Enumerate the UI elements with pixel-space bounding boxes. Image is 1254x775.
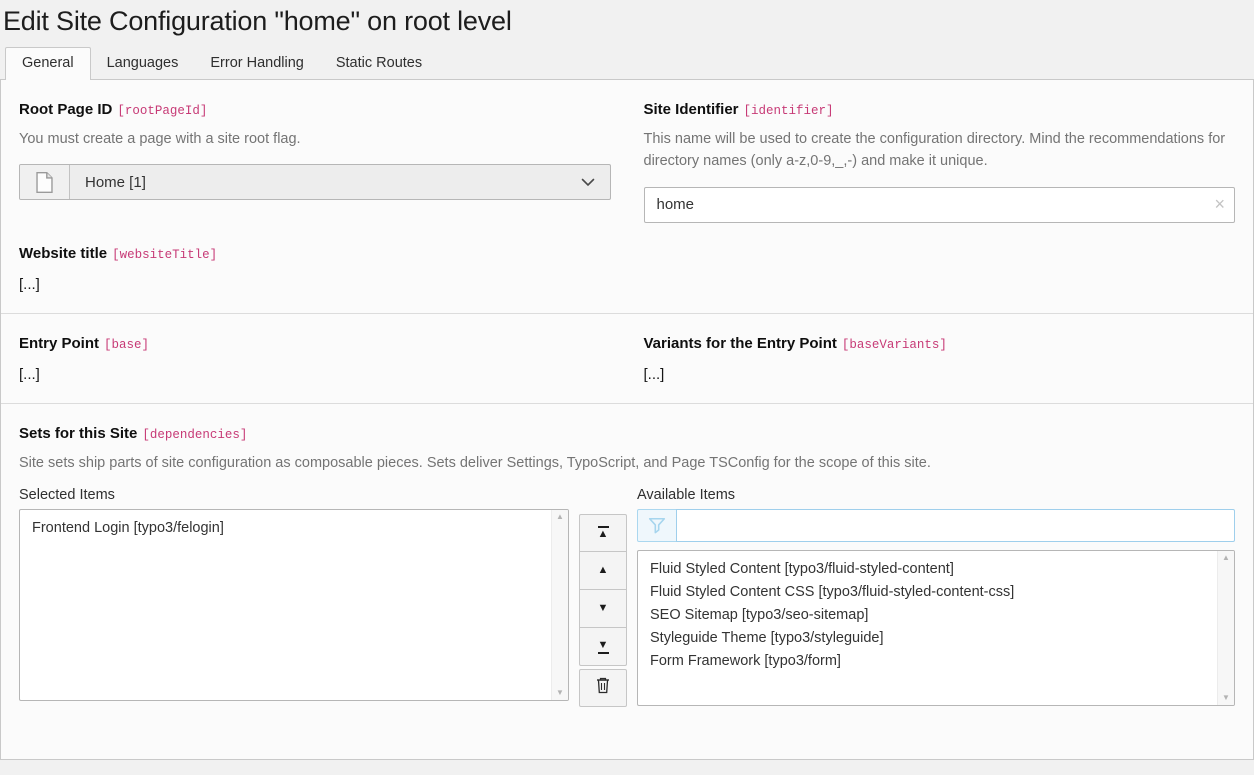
root-page-id-label-text: Root Page ID xyxy=(19,101,112,118)
sets-dual-select: Selected Items Frontend Login [typo3/fel… xyxy=(19,487,1235,707)
scroll-down-icon[interactable]: ▼ xyxy=(1222,694,1230,702)
selected-items-scrollbar[interactable]: ▲ ▼ xyxy=(551,510,568,700)
available-items-label: Available Items xyxy=(637,487,1235,503)
tab-error-handling[interactable]: Error Handling xyxy=(194,48,320,79)
base-variants-label: Variants for the Entry Point [baseVariant… xyxy=(644,335,1236,352)
root-page-id-selected-option: Home [1] xyxy=(85,174,146,191)
move-to-top-icon: ▲ xyxy=(598,526,609,540)
website-title-label-text: Website title xyxy=(19,245,107,262)
tab-static-routes[interactable]: Static Routes xyxy=(320,48,438,79)
available-items-filter-row xyxy=(637,509,1235,542)
section-sets: Sets for this Site [dependencies] Site se… xyxy=(1,403,1253,727)
website-title-collapsed-value: [...] xyxy=(19,276,1235,293)
sets-tag: [dependencies] xyxy=(142,428,247,442)
move-down-button[interactable]: ▼ xyxy=(579,590,627,628)
scroll-down-icon[interactable]: ▼ xyxy=(556,689,564,697)
available-list-item[interactable]: SEO Sitemap [typo3/seo-sitemap] xyxy=(638,604,1210,627)
page-title: Edit Site Configuration "home" on root l… xyxy=(0,0,1254,45)
clear-icon[interactable]: × xyxy=(1214,194,1225,214)
move-to-top-button[interactable]: ▲ xyxy=(579,514,627,552)
section-entry-point: Entry Point [base] [...] Variants for the… xyxy=(1,313,1253,403)
site-identifier-input[interactable] xyxy=(644,187,1236,223)
move-button-group: ▲ ▲ ▼ ▼ xyxy=(579,514,627,666)
website-title-tag: [websiteTitle] xyxy=(112,248,217,262)
sets-label: Sets for this Site [dependencies] xyxy=(19,425,1235,442)
root-page-id-select-group: Home [1] xyxy=(19,164,611,200)
move-to-bottom-button[interactable]: ▼ xyxy=(579,628,627,666)
base-variants-collapsed-value: [...] xyxy=(644,366,1236,383)
chevron-down-icon xyxy=(581,174,595,191)
site-identifier-input-wrap: × xyxy=(644,187,1236,223)
base-variants-label-text: Variants for the Entry Point xyxy=(644,335,837,352)
tab-panel-general: Root Page ID [rootPageId] You must create… xyxy=(0,79,1254,760)
sets-description: Site sets ship parts of site configurati… xyxy=(19,452,1235,474)
selected-items-column: Selected Items Frontend Login [typo3/fel… xyxy=(19,487,569,707)
root-page-id-description: You must create a page with a site root … xyxy=(19,128,611,150)
section-identity: Root Page ID [rootPageId] You must create… xyxy=(1,80,1253,313)
page-icon xyxy=(20,165,70,199)
field-website-title: Website title [websiteTitle] [...] xyxy=(19,245,1235,293)
field-root-page-id: Root Page ID [rootPageId] You must create… xyxy=(19,101,611,223)
entry-point-collapsed-value: [...] xyxy=(19,366,611,383)
root-page-id-label: Root Page ID [rootPageId] xyxy=(19,101,611,118)
field-site-identifier: Site Identifier [identifier] This name wi… xyxy=(644,101,1236,223)
move-down-icon: ▼ xyxy=(598,603,609,614)
entry-point-label-text: Entry Point xyxy=(19,335,99,352)
tab-bar: General Languages Error Handling Static … xyxy=(0,45,1254,79)
root-page-id-select[interactable]: Home [1] xyxy=(70,165,610,199)
available-items-listbox[interactable]: Fluid Styled Content [typo3/fluid-styled… xyxy=(637,550,1235,706)
website-title-label: Website title [websiteTitle] xyxy=(19,245,1235,262)
site-identifier-label: Site Identifier [identifier] xyxy=(644,101,1236,118)
selected-list-item[interactable]: Frontend Login [typo3/felogin] xyxy=(20,517,544,540)
funnel-icon xyxy=(637,509,677,542)
scroll-up-icon[interactable]: ▲ xyxy=(1222,554,1230,562)
entry-point-tag: [base] xyxy=(104,338,149,352)
site-identifier-label-text: Site Identifier xyxy=(644,101,739,118)
selected-items-label: Selected Items xyxy=(19,487,569,503)
scroll-up-icon[interactable]: ▲ xyxy=(556,513,564,521)
entry-point-label: Entry Point [base] xyxy=(19,335,611,352)
site-identifier-tag: [identifier] xyxy=(744,104,834,118)
selected-items-listbox[interactable]: Frontend Login [typo3/felogin] ▲ ▼ xyxy=(19,509,569,701)
trash-icon xyxy=(595,676,611,700)
base-variants-tag: [baseVariants] xyxy=(842,338,947,352)
list-control-buttons: ▲ ▲ ▼ ▼ xyxy=(579,487,627,707)
remove-item-button[interactable] xyxy=(579,669,627,707)
available-items-scrollbar[interactable]: ▲ ▼ xyxy=(1217,551,1234,705)
sets-label-text: Sets for this Site xyxy=(19,425,137,442)
root-page-id-tag: [rootPageId] xyxy=(117,104,207,118)
move-up-icon: ▲ xyxy=(598,565,609,576)
move-up-button[interactable]: ▲ xyxy=(579,552,627,590)
available-list-item[interactable]: Fluid Styled Content CSS [typo3/fluid-st… xyxy=(638,581,1210,604)
available-list-item[interactable]: Form Framework [typo3/form] xyxy=(638,650,1210,673)
tab-languages[interactable]: Languages xyxy=(91,48,195,79)
site-identifier-description: This name will be used to create the con… xyxy=(644,128,1236,173)
available-list-item[interactable]: Styleguide Theme [typo3/styleguide] xyxy=(638,627,1210,650)
available-items-column: Available Items Fluid Styled Content [ty… xyxy=(637,487,1235,707)
field-base-variants: Variants for the Entry Point [baseVariant… xyxy=(644,335,1236,383)
available-list-item[interactable]: Fluid Styled Content [typo3/fluid-styled… xyxy=(638,558,1210,581)
tab-general[interactable]: General xyxy=(5,47,91,80)
move-to-bottom-icon: ▼ xyxy=(598,640,609,654)
field-entry-point: Entry Point [base] [...] xyxy=(19,335,611,383)
available-items-filter-input[interactable] xyxy=(676,509,1235,542)
